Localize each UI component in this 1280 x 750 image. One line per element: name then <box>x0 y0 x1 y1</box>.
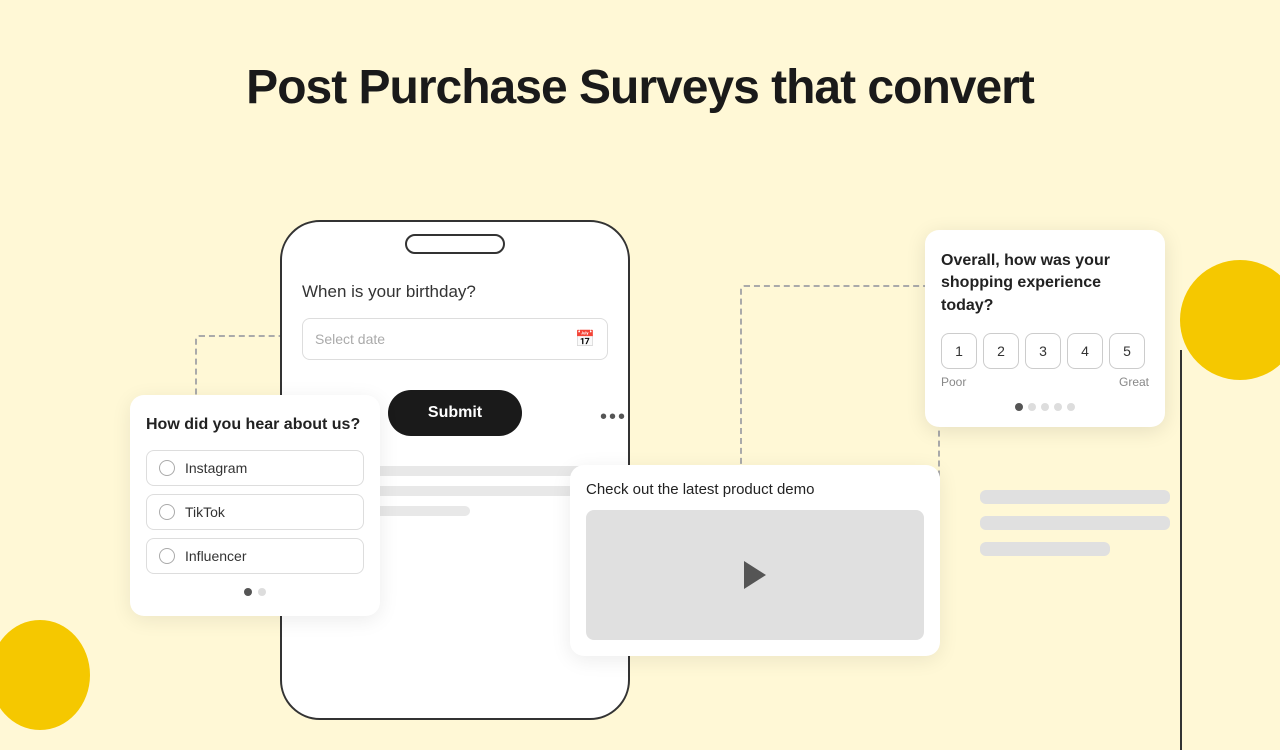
dashed-box-right <box>740 285 940 485</box>
rating-dot-3 <box>1041 403 1049 411</box>
radio-option-tiktok[interactable]: TikTok <box>146 494 364 530</box>
rating-dot-4 <box>1054 403 1062 411</box>
hear-card-dots <box>146 588 364 596</box>
video-placeholder[interactable] <box>586 510 924 640</box>
dot-1 <box>244 588 252 596</box>
rating-labels: Poor Great <box>941 375 1149 389</box>
dot-2 <box>258 588 266 596</box>
rating-btn-4[interactable]: 4 <box>1067 333 1103 369</box>
date-placeholder: Select date <box>315 331 385 347</box>
rating-dot-1 <box>1015 403 1023 411</box>
content-line-3 <box>980 542 1110 556</box>
rating-label-poor: Poor <box>941 375 966 389</box>
rating-btn-5[interactable]: 5 <box>1109 333 1145 369</box>
hear-card: How did you hear about us? Instagram Tik… <box>130 395 380 616</box>
page-title: Post Purchase Surveys that convert <box>0 0 1280 115</box>
rating-label-great: Great <box>1119 375 1149 389</box>
rating-btn-1[interactable]: 1 <box>941 333 977 369</box>
radio-circle-instagram <box>159 460 175 476</box>
rating-dot-2 <box>1028 403 1036 411</box>
rating-question: Overall, how was your shopping experienc… <box>941 250 1149 317</box>
content-line-2 <box>980 516 1170 530</box>
play-icon[interactable] <box>744 561 766 589</box>
rating-btn-3[interactable]: 3 <box>1025 333 1061 369</box>
phone-question: When is your birthday? <box>302 282 608 302</box>
yellow-circle-left <box>0 620 90 730</box>
submit-button[interactable]: Submit <box>388 390 522 436</box>
radio-label-influencer: Influencer <box>185 548 246 564</box>
radio-circle-influencer <box>159 548 175 564</box>
rating-btn-2[interactable]: 2 <box>983 333 1019 369</box>
date-input[interactable]: Select date 📅 <box>302 318 608 360</box>
content-lines <box>980 490 1170 568</box>
radio-label-tiktok: TikTok <box>185 504 225 520</box>
rating-card: Overall, how was your shopping experienc… <box>925 230 1165 427</box>
radio-circle-tiktok <box>159 504 175 520</box>
radio-option-instagram[interactable]: Instagram <box>146 450 364 486</box>
right-border-decoration <box>1180 350 1280 750</box>
rating-dots <box>941 403 1149 411</box>
video-title: Check out the latest product demo <box>586 481 924 498</box>
hear-card-title: How did you hear about us? <box>146 415 364 436</box>
phone-notch <box>405 234 505 254</box>
radio-option-influencer[interactable]: Influencer <box>146 538 364 574</box>
radio-label-instagram: Instagram <box>185 460 247 476</box>
rating-numbers: 1 2 3 4 5 <box>941 333 1149 369</box>
calendar-icon: 📅 <box>575 329 595 349</box>
rating-dot-5 <box>1067 403 1075 411</box>
three-dots-menu[interactable]: ••• <box>600 406 627 429</box>
video-card: Check out the latest product demo <box>570 465 940 656</box>
content-line-1 <box>980 490 1170 504</box>
